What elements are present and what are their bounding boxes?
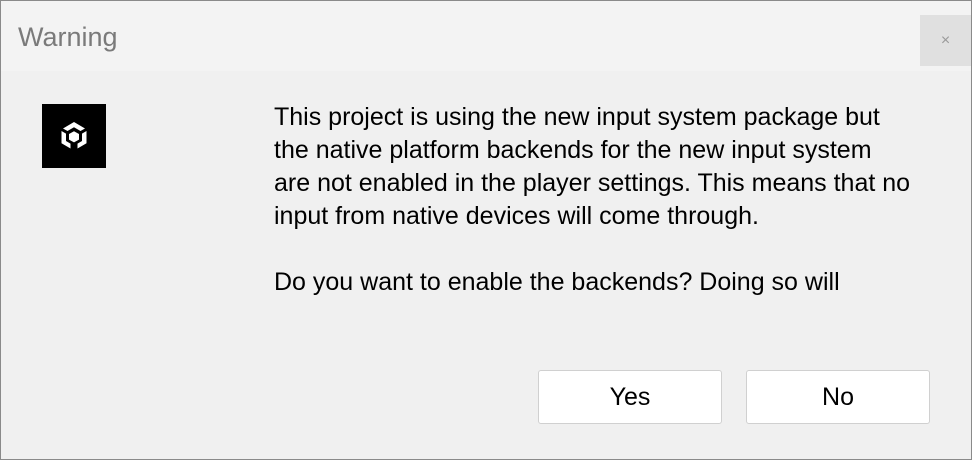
unity-cube-icon [61,122,87,149]
warning-message: This project is using the new input syst… [274,101,914,299]
unity-logo-icon [42,104,106,168]
message-paragraph: Do you want to enable the backends? Doin… [274,268,840,296]
close-button[interactable]: × [920,15,971,66]
title-bar: Warning × [1,1,971,71]
window-title: Warning [18,22,118,52]
yes-button[interactable]: Yes [538,370,722,424]
message-paragraph: This project is using the new input syst… [274,103,911,230]
no-button[interactable]: No [746,370,930,424]
warning-dialog: Warning × This project is using the new … [0,0,972,460]
